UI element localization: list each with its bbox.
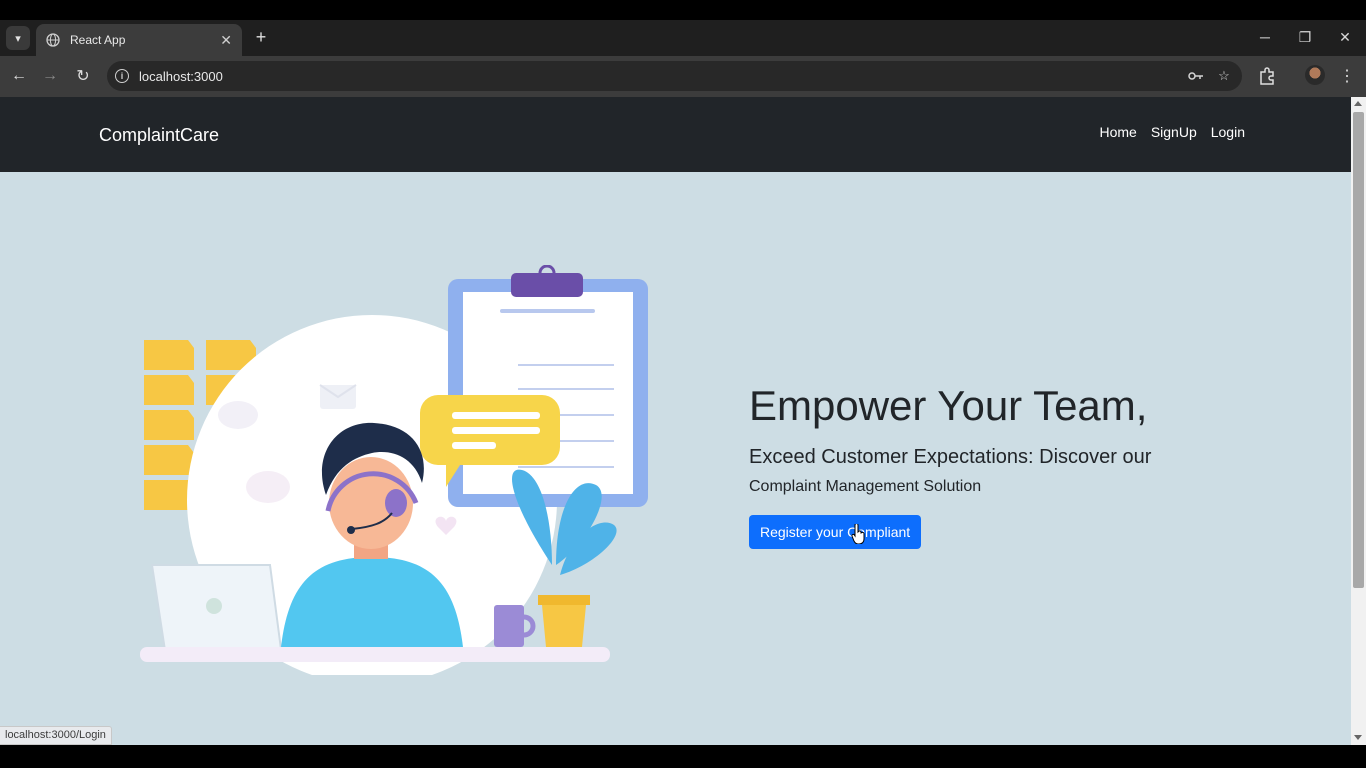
address-url[interactable]: localhost:3000	[139, 69, 1186, 84]
link-status-bubble: localhost:3000/Login	[0, 726, 112, 745]
hand-cursor-icon	[851, 524, 865, 544]
scroll-down-arrow-icon[interactable]	[1354, 735, 1362, 740]
tab-search-chevron-icon[interactable]: ▾	[6, 26, 30, 50]
page-scrollbar[interactable]	[1351, 97, 1366, 745]
window-close-icon[interactable]: ✕	[1330, 26, 1360, 48]
site-navbar: ComplaintCare Home SignUp Login	[0, 97, 1351, 172]
nav-link-login[interactable]: Login	[1211, 124, 1245, 140]
back-arrow-icon[interactable]: ←	[7, 64, 31, 88]
nav-links: Home SignUp Login	[1099, 124, 1245, 140]
nav-link-signup[interactable]: SignUp	[1151, 124, 1197, 140]
hero-subtitle-line1: Exceed Customer Expectations: Discover o…	[749, 446, 1152, 469]
extensions-icon[interactable]	[1256, 65, 1278, 87]
hero-title: Empower Your Team,	[749, 382, 1148, 429]
password-key-icon[interactable]	[1186, 66, 1206, 86]
hero-subtitle-line2: Complaint Management Solution	[749, 478, 982, 496]
tab-title: React App	[70, 33, 126, 47]
support-agent-illustration	[140, 265, 648, 675]
scrollbar-thumb[interactable]	[1353, 112, 1364, 588]
hero-section: Empower Your Team, Exceed Customer Expec…	[749, 382, 1309, 550]
bookmark-star-icon[interactable]: ☆	[1214, 66, 1234, 86]
minimize-icon[interactable]: ─	[1250, 26, 1280, 48]
nav-link-home[interactable]: Home	[1099, 124, 1136, 140]
forward-arrow-icon[interactable]: →	[38, 64, 62, 88]
register-complaint-button[interactable]: Register your Compliant	[749, 515, 922, 550]
brand-logo-text[interactable]: ComplaintCare	[99, 125, 219, 146]
page-viewport: ComplaintCare Home SignUp Login Empower …	[0, 97, 1351, 745]
scroll-up-arrow-icon[interactable]	[1354, 101, 1362, 106]
browser-tab[interactable]: React App ✕	[36, 24, 242, 56]
new-tab-plus-icon[interactable]: +	[250, 26, 272, 48]
site-info-icon[interactable]: i	[115, 69, 129, 83]
profile-avatar[interactable]	[1305, 65, 1325, 85]
restore-icon[interactable]: ❐	[1290, 26, 1320, 48]
browser-tab-strip: ▾ React App ✕ + ─ ❐ ✕	[0, 20, 1366, 56]
reload-icon[interactable]: ↻	[71, 64, 95, 88]
globe-icon	[46, 33, 60, 47]
menu-icon[interactable]: ⋮	[1338, 65, 1356, 87]
browser-toolbar: ← → ↻ i localhost:3000 ☆ ⋮	[0, 56, 1366, 97]
address-bar[interactable]: i localhost:3000 ☆	[107, 61, 1242, 91]
tab-close-icon[interactable]: ✕	[220, 32, 232, 49]
